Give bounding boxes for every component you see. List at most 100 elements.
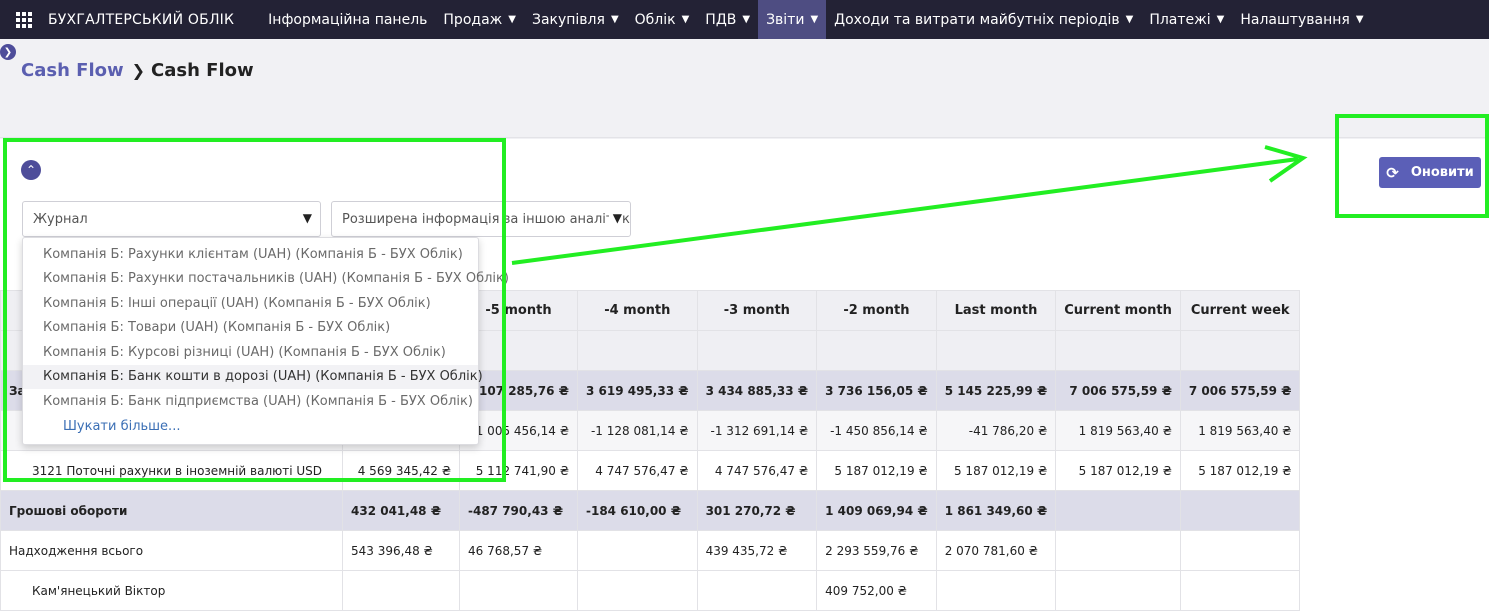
nav-menu-item[interactable]: Продаж ▼	[435, 0, 524, 39]
table-cell	[1179, 330, 1301, 371]
table-cell: -184 610,00 ₴	[577, 490, 698, 531]
table-cell	[935, 330, 1057, 371]
table-cell	[1055, 530, 1181, 571]
table-cell: 46 768,57 ₴	[459, 530, 578, 571]
nav-menu-item[interactable]: Інформаційна панель	[260, 0, 435, 39]
table-cell: 409 752,00 ₴	[816, 570, 937, 611]
journal-select[interactable]: Журнал ▼	[22, 201, 321, 237]
table-cell	[1055, 490, 1181, 531]
table-cell: 5 187 012,19 ₴	[1055, 450, 1181, 491]
refresh-icon: ⟳	[1386, 163, 1399, 182]
search-more-link[interactable]: Шукати більше...	[23, 414, 478, 440]
row-label: 3121 Поточні рахунки в іноземній валюті …	[0, 450, 343, 491]
table-cell: 7 006 575,59 ₴	[1179, 370, 1301, 411]
sidebar-toggle-icon[interactable]: ❯	[0, 44, 16, 60]
chevron-down-icon: ▼	[1125, 14, 1134, 25]
table-column-header[interactable]: Current month	[1055, 290, 1181, 331]
table-cell: 301 270,72 ₴	[696, 490, 818, 531]
nav-menu-item-label: Закупівля	[531, 11, 605, 28]
table-cell: 3 434 885,33 ₴	[696, 370, 818, 411]
table-cell	[577, 570, 698, 611]
table-row[interactable]: Кам'янецький Віктор 409 752,00 ₴	[0, 570, 1301, 611]
apps-menu-button[interactable]	[0, 0, 48, 39]
table-cell: 5 187 012,19 ₴	[935, 450, 1057, 491]
table-cell	[577, 330, 698, 371]
table-cell: 432 041,48 ₴	[342, 490, 460, 531]
table-row[interactable]: Надходження всього 543 396,48 ₴ 46 768,57 …	[0, 530, 1301, 571]
table-cell: 5 112 741,90 ₴	[459, 450, 578, 491]
table-column-header[interactable]: -4 month	[577, 290, 698, 331]
table-cell: 7 006 575,59 ₴	[1055, 370, 1181, 411]
nav-menu-item[interactable]: Платежі ▼	[1141, 0, 1232, 39]
nav-menu-item-label: Облік	[634, 11, 676, 28]
chevron-down-icon: ▼	[1216, 14, 1225, 25]
report-content: ⌃ Журнал ▼ Розширена інформація за іншою…	[0, 139, 1489, 616]
table-cell	[696, 570, 818, 611]
table-cell	[1179, 570, 1301, 611]
table-cell	[1055, 330, 1181, 371]
apps-grid-icon	[16, 11, 32, 28]
collapse-filters-icon[interactable]: ⌃	[21, 160, 41, 180]
table-cell	[577, 530, 698, 571]
dropdown-option[interactable]: Компанія Б: Рахунки постачальників (UAH)…	[23, 267, 509, 292]
table-cell: 1 819 563,40 ₴	[1055, 410, 1181, 451]
row-label: Грошові обороти	[0, 490, 343, 531]
nav-menu-item[interactable]: Доходи та витрати майбутніх періодів ▼	[826, 0, 1141, 39]
chevron-down-icon: ▼	[810, 14, 819, 25]
breadcrumb: Cash Flow ❯ Cash Flow	[21, 60, 254, 81]
dropdown-option[interactable]: Компанія Б: Банк підприємства (UAH) (Ком…	[23, 389, 478, 414]
table-cell: 4 569 345,42 ₴	[342, 450, 460, 491]
row-label: Кам'янецький Віктор	[0, 570, 343, 611]
table-cell: 543 396,48 ₴	[342, 530, 460, 571]
top-navbar: БУХГАЛТЕРСЬКИЙ ОБЛІК Інформаційна панель…	[0, 0, 1489, 39]
chevron-down-icon: ▼	[298, 211, 312, 225]
nav-menu-item-label: Продаж	[443, 11, 503, 28]
table-row[interactable]: Грошові обороти 432 041,48 ₴ -487 790,43 ₴…	[0, 490, 1301, 531]
chevron-down-icon: ▼	[742, 14, 751, 25]
dropdown-option[interactable]: Компанія Б: Товари (UAH) (Компанія Б - Б…	[23, 316, 478, 341]
nav-menu-item[interactable]: Налаштування ▼	[1232, 0, 1371, 39]
table-row[interactable]: 3121 Поточні рахунки в іноземній валюті …	[0, 450, 1301, 491]
table-cell: 5 187 012,19 ₴	[1179, 450, 1301, 491]
table-cell	[342, 570, 460, 611]
table-cell: 1 409 069,94 ₴	[816, 490, 937, 531]
table-cell	[696, 330, 818, 371]
nav-menu-item[interactable]: Закупівля ▼	[524, 0, 627, 39]
table-cell	[935, 570, 1057, 611]
table-column-header[interactable]: Last month	[935, 290, 1057, 331]
table-cell: 5 145 225,99 ₴	[935, 370, 1057, 411]
row-label: Надходження всього	[0, 530, 343, 571]
refresh-button[interactable]: ⟳ Оновити	[1379, 157, 1481, 188]
dropdown-option[interactable]: Компанія Б: Інші операції (UAH) (Компані…	[23, 291, 478, 316]
table-cell: -41 786,20 ₴	[935, 410, 1057, 451]
nav-menu-item[interactable]: Звіти ▼	[758, 0, 827, 39]
app-brand[interactable]: БУХГАЛТЕРСЬКИЙ ОБЛІК	[48, 12, 234, 28]
table-cell	[1179, 490, 1301, 531]
table-cell: 439 435,72 ₴	[696, 530, 818, 571]
nav-menu-item-label: Налаштування	[1240, 11, 1350, 28]
dropdown-option[interactable]: Компанія Б: Рахунки клієнтам (UAH) (Комп…	[23, 242, 478, 267]
table-column-header[interactable]: Current week	[1179, 290, 1301, 331]
table-cell: 1 861 349,60 ₴	[935, 490, 1057, 531]
breadcrumb-current: Cash Flow	[151, 60, 254, 81]
dropdown-option[interactable]: Компанія Б: Курсові різниці (UAH) (Компа…	[23, 340, 478, 365]
table-cell: 1 819 563,40 ₴	[1179, 410, 1301, 451]
nav-menu-item[interactable]: Облік ▼	[627, 0, 698, 39]
nav-menu-item-label: Доходи та витрати майбутніх періодів	[834, 11, 1120, 28]
table-cell	[1179, 530, 1301, 571]
nav-menu-item-label: Звіти	[766, 11, 805, 28]
table-cell	[1055, 570, 1181, 611]
table-column-header[interactable]: -2 month	[816, 290, 937, 331]
chevron-down-icon: ▼	[508, 14, 516, 25]
analytics-select[interactable]: Розширена інформація за іншою аналітико …	[331, 201, 631, 237]
breadcrumb-parent-link[interactable]: Cash Flow	[21, 60, 124, 81]
table-cell	[816, 330, 937, 371]
table-cell: 3 736 156,05 ₴	[816, 370, 937, 411]
dropdown-option[interactable]: Компанія Б: Банк кошти в дорозі (UAH) (К…	[23, 364, 483, 389]
table-cell: 4 747 576,47 ₴	[696, 450, 818, 491]
journal-dropdown-list: Компанія Б: Рахунки клієнтам (UAH) (Комп…	[22, 237, 509, 445]
nav-menu-item[interactable]: ПДВ ▼	[697, 0, 758, 39]
chevron-down-icon: ▼	[681, 14, 690, 25]
table-column-header[interactable]: -3 month	[696, 290, 818, 331]
table-cell: 4 747 576,47 ₴	[577, 450, 698, 491]
